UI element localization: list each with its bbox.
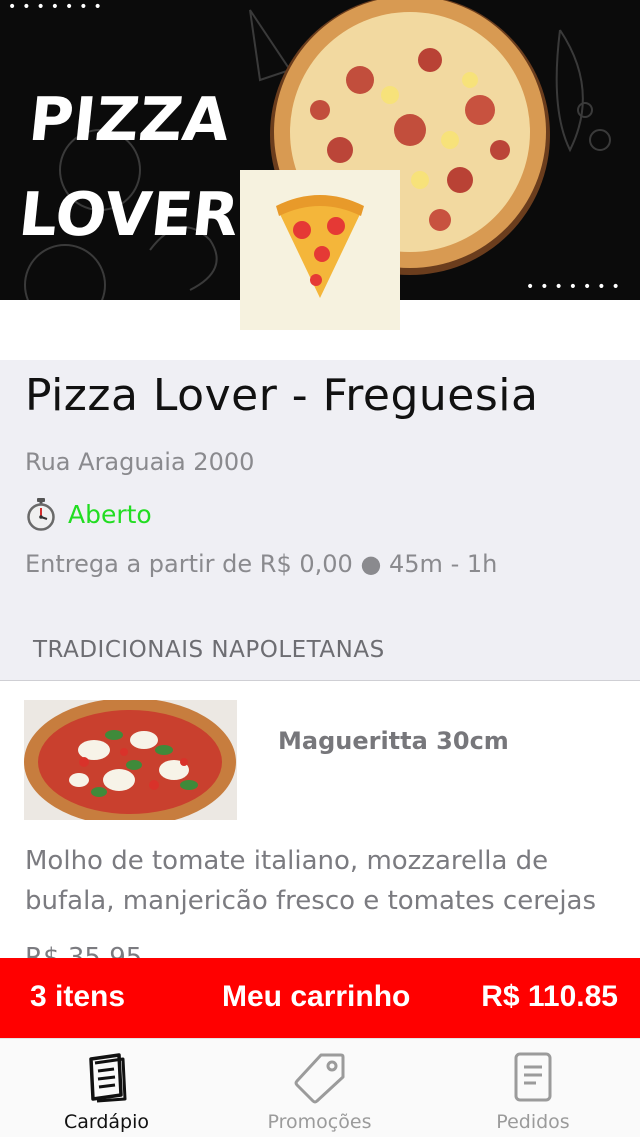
store-address: Rua Araguaia 2000 — [25, 448, 255, 476]
cart-item-count: 3 itens — [30, 980, 126, 1013]
banner-text-line2: LOVER — [16, 180, 242, 250]
menu-item-name: Magueritta 30cm — [278, 727, 509, 755]
store-logo — [240, 170, 400, 330]
tab-pedidos[interactable]: Pedidos — [426, 1039, 640, 1137]
bottom-tab-bar: Cardápio Promoções Pedidos — [0, 1038, 640, 1137]
menu-item-description: Molho de tomate italiano, mozzarella de … — [25, 846, 597, 916]
menu-item[interactable]: Magueritta 30cm Molho de tomate italiano… — [0, 681, 640, 961]
document-icon — [514, 1052, 552, 1102]
tab-promocoes[interactable]: Promoções — [213, 1039, 426, 1137]
decorative-dots-top: ••••••• — [8, 0, 108, 15]
menu-item-photo — [24, 700, 237, 820]
stopwatch-icon — [27, 498, 55, 531]
menu-section-title: TRADICIONAIS NAPOLETANAS — [33, 637, 385, 663]
status-label: Aberto — [68, 499, 152, 529]
tab-cardapio-label: Cardápio — [63, 1111, 150, 1133]
cart-label: Meu carrinho — [222, 980, 411, 1013]
store-name: Pizza Lover - Freguesia — [25, 370, 539, 421]
cart-button[interactable]: 3 itens Meu carrinho R$ 110.85 — [0, 958, 640, 1038]
tab-pedidos-label: Pedidos — [496, 1111, 570, 1133]
store-status: Aberto — [24, 496, 152, 532]
banner-text-line1: PIZZA — [26, 85, 233, 155]
tab-cardapio[interactable]: Cardápio — [0, 1039, 213, 1137]
decorative-dots-bottom: ••••••• — [526, 279, 626, 295]
store-info-panel: Pizza Lover - Freguesia Rua Araguaia 200… — [0, 360, 640, 681]
tag-icon — [294, 1053, 344, 1104]
menu-book-icon — [88, 1053, 126, 1103]
delivery-info: Entrega a partir de R$ 0,00 ● 45m - 1h — [25, 550, 498, 578]
pizza-slice-icon — [276, 195, 364, 298]
tab-promocoes-label: Promoções — [267, 1111, 372, 1133]
cart-total: R$ 110.85 — [481, 980, 618, 1013]
